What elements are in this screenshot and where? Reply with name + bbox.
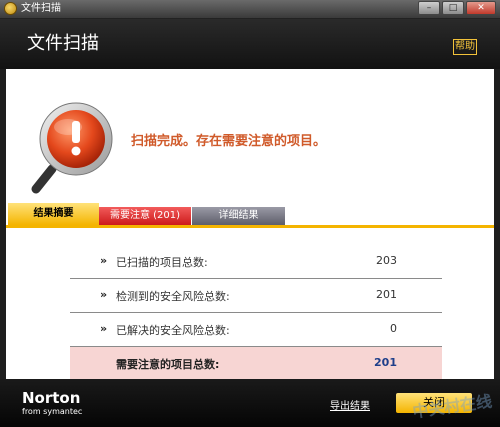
row-value: 201 (376, 288, 397, 301)
norton-app-icon (4, 2, 17, 15)
results-tabs: 结果摘要 需要注意 (201) 详细结果 (6, 203, 494, 225)
close-window-button[interactable]: ✕ (466, 1, 496, 15)
tab-details[interactable]: 详细结果 (192, 207, 285, 225)
row-label: 已扫描的项目总数: (116, 256, 208, 269)
table-row: » 已解决的安全风险总数: 0 (70, 313, 442, 347)
row-label: 已解决的安全风险总数: (116, 324, 230, 337)
footer: Norton from symantec 导出结果 关闭 中关村在线 (0, 379, 500, 427)
status-area: 扫描完成。存在需要注意的项目。 (6, 69, 494, 203)
help-link[interactable]: 帮助 (453, 39, 477, 55)
results-table: » 已扫描的项目总数: 203 » 检测到的安全风险总数: 201 » 已解决的… (70, 245, 442, 380)
window-title: 文件扫描 (21, 3, 61, 14)
export-results-link[interactable]: 导出结果 (330, 397, 370, 412)
minimize-button[interactable]: – (418, 1, 440, 15)
scan-status-message: 扫描完成。存在需要注意的项目。 (131, 134, 327, 149)
double-chevron-icon: » (100, 254, 108, 267)
row-label: 检测到的安全风险总数: (116, 290, 230, 303)
table-row: » 已扫描的项目总数: 203 (70, 245, 442, 279)
header: 文件扫描 帮助 (0, 19, 500, 69)
main-content: 扫描完成。存在需要注意的项目。 结果摘要 需要注意 (201) 详细结果 » 已… (6, 69, 494, 380)
total-value: 201 (374, 356, 397, 369)
total-label: 需要注意的项目总数: (116, 358, 220, 371)
row-value: 203 (376, 254, 397, 267)
maximize-button[interactable]: □ (442, 1, 464, 15)
table-row: » 检测到的安全风险总数: 201 (70, 279, 442, 313)
total-row: 需要注意的项目总数: 201 (70, 347, 442, 380)
double-chevron-icon: » (100, 322, 108, 335)
magnifier-warning-icon (31, 102, 113, 194)
norton-logo: Norton (22, 389, 81, 407)
tab-summary[interactable]: 结果摘要 (8, 203, 99, 225)
page-title: 文件扫描 (27, 33, 99, 54)
tab-attention[interactable]: 需要注意 (201) (99, 207, 191, 225)
row-value: 0 (390, 322, 397, 335)
double-chevron-icon: » (100, 288, 108, 301)
window-controls: – □ ✕ (418, 1, 496, 15)
title-bar: 文件扫描 – □ ✕ (0, 0, 500, 19)
norton-logo-subtitle: from symantec (22, 407, 83, 416)
tab-underline (6, 225, 494, 228)
norton-file-scan-window: 文件扫描 – □ ✕ 文件扫描 帮助 扫描完成。存在需要注意的项目。 结果摘要 … (0, 0, 500, 427)
